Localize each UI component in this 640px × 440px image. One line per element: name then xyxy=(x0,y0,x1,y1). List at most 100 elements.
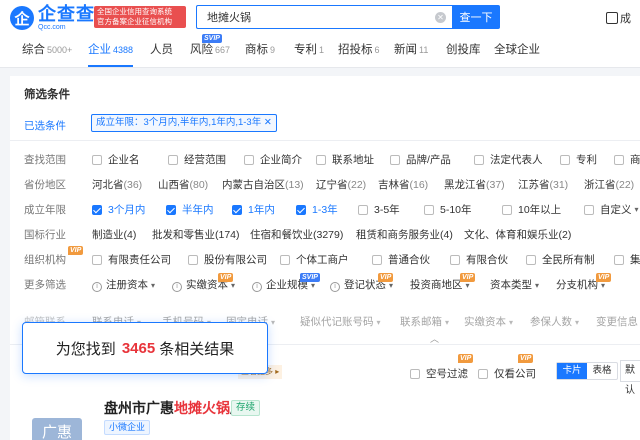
province-item[interactable]: 吉林省(16) xyxy=(378,177,428,192)
vip-badge: VIP xyxy=(596,273,612,282)
years-row: 成立年限 3个月内 半年内 1年内 1-3年 3-5年 5-10年 10年以上 … xyxy=(24,202,639,217)
province-item[interactable]: 黑龙江省(37) xyxy=(444,177,505,192)
scope-option[interactable]: 联系地址 xyxy=(316,152,374,167)
bookkeeping-filter[interactable]: 疑似代记账号码 ▾ xyxy=(300,314,381,329)
year-option[interactable]: 1年内 xyxy=(232,202,275,217)
province-item[interactable]: 辽宁省(22) xyxy=(316,177,366,192)
investor-region-dropdown[interactable]: VIP 投资商地区 ▾ xyxy=(410,273,476,292)
sort-dropdown[interactable]: 默认 xyxy=(620,360,640,396)
org-label: 组织机构 VIP xyxy=(24,246,84,266)
info-icon: i xyxy=(330,282,340,292)
company-type-tag: 小微企业 xyxy=(104,420,151,435)
year-option[interactable]: 半年内 xyxy=(166,202,214,217)
divider xyxy=(10,140,640,141)
chevron-down-icon: ▾ xyxy=(634,205,639,214)
tab-global[interactable]: 全球企业 xyxy=(494,36,540,67)
info-icon: i xyxy=(252,282,262,292)
change-filter[interactable]: 变更信息 xyxy=(596,314,638,329)
vip-badge: VIP xyxy=(518,354,534,363)
selected-condition-tag[interactable]: 成立年限：3个月内,半年内,1年内,1-3年 ✕ xyxy=(91,114,277,132)
company-logo[interactable]: 广惠 xyxy=(32,418,82,440)
official-certification-badge: 全国企业信用查询系统 官方备案企业征信机构 xyxy=(94,6,186,28)
year-option[interactable]: 10年以上 xyxy=(502,202,561,217)
empty-number-filter-checkbox[interactable]: 空号过滤 xyxy=(410,366,468,381)
table-view-button[interactable]: 表格 xyxy=(587,363,617,379)
tab-company[interactable]: 企业 4388 xyxy=(88,36,134,67)
chevron-down-icon: ▾ xyxy=(601,281,606,290)
qcc-logo[interactable]: 企 企查查 Qcc.com xyxy=(10,5,95,31)
org-option[interactable]: 股份有限公司 xyxy=(188,252,267,267)
logo-mark-icon: 企 xyxy=(10,6,34,30)
chevron-down-icon: ▾ xyxy=(311,281,316,290)
view-toggle: 卡片 表格 xyxy=(556,362,618,380)
registered-capital-dropdown[interactable]: i 注册资本 ▾ xyxy=(92,277,155,292)
search-button[interactable]: 查一下 xyxy=(452,5,500,29)
year-option[interactable]: 1-3年 xyxy=(296,202,338,217)
top-right-link[interactable]: 成 xyxy=(620,10,631,26)
info-icon: i xyxy=(92,282,102,292)
chevron-down-icon: ▾ xyxy=(151,281,156,290)
org-option[interactable]: 全民所有制 xyxy=(526,252,595,267)
scope-option[interactable]: 企业名 xyxy=(92,152,140,167)
company-name-link[interactable]: 盘州市广惠地摊火锅店 xyxy=(104,398,244,418)
status-badge: 存续 xyxy=(231,400,261,416)
industry-row: 国标行业 制造业(4) 批发和零售业(174) 住宿和餐饮业(3279) 租赁和… xyxy=(24,227,572,242)
org-option[interactable]: 有限责任公司 xyxy=(92,252,171,267)
industry-item[interactable]: 租赁和商务服务业(4) xyxy=(356,227,453,242)
filter-title: 筛选条件 xyxy=(24,89,70,101)
industry-item[interactable]: 住宿和餐饮业(3279) xyxy=(250,227,343,242)
province-item[interactable]: 山西省(80) xyxy=(158,177,208,192)
province-item[interactable]: 内蒙古自治区(13) xyxy=(222,177,304,192)
tab-risk[interactable]: SVIP 风险 667 xyxy=(190,34,230,67)
org-option[interactable]: 普通合伙 xyxy=(372,252,430,267)
chevron-down-icon: ▾ xyxy=(231,281,236,290)
tab-venture[interactable]: 创投库 xyxy=(446,36,481,67)
top-header: 企 企查查 Qcc.com 全国企业信用查询系统 官方备案企业征信机构 ✕ 查一… xyxy=(0,0,640,36)
search-input[interactable] xyxy=(197,6,452,28)
scope-option[interactable]: 经营范围 xyxy=(168,152,226,167)
paid-filter[interactable]: 实缴资本 ▾ xyxy=(464,314,513,329)
vip-badge: VIP xyxy=(218,273,234,282)
province-item[interactable]: 浙江省(22) xyxy=(584,177,634,192)
industry-item[interactable]: 文化、体育和娱乐业(2) xyxy=(464,227,571,242)
scope-option[interactable]: 法定代表人 xyxy=(474,152,543,167)
vip-badge: VIP xyxy=(68,246,84,255)
registration-status-dropdown[interactable]: VIP i 登记状态 ▾ xyxy=(330,273,394,292)
tab-comprehensive[interactable]: 综合 5000+ xyxy=(22,36,72,67)
tab-bidding[interactable]: 招投标 6 xyxy=(338,36,380,67)
document-icon[interactable] xyxy=(606,12,618,24)
chevron-down-icon: ▾ xyxy=(465,281,470,290)
year-option[interactable]: 3-5年 xyxy=(358,202,400,217)
org-option[interactable]: 集 xyxy=(614,252,640,267)
result-count: 3465 xyxy=(121,339,156,357)
year-option[interactable]: 自定义 ▾ xyxy=(584,202,639,217)
tab-patent[interactable]: 专利 1 xyxy=(294,36,324,67)
insured-filter[interactable]: 参保人数 ▾ xyxy=(530,314,579,329)
clear-icon[interactable]: ✕ xyxy=(435,12,446,23)
tab-trademark[interactable]: 商标 9 xyxy=(245,36,275,67)
province-item[interactable]: 江苏省(31) xyxy=(518,177,568,192)
org-option[interactable]: 有限合伙 xyxy=(450,252,508,267)
capital-type-dropdown[interactable]: 资本类型 ▾ xyxy=(490,277,539,292)
vip-badge: VIP xyxy=(458,354,474,363)
year-option[interactable]: 5-10年 xyxy=(424,202,472,217)
vip-badge: VIP xyxy=(378,273,394,282)
scope-option[interactable]: 品牌/产品 xyxy=(390,152,451,167)
logo-subtitle: Qcc.com xyxy=(38,24,66,31)
province-item[interactable]: 河北省(36) xyxy=(92,177,142,192)
paid-capital-dropdown[interactable]: VIP i 实缴资本 ▾ xyxy=(172,273,236,292)
card-view-button[interactable]: 卡片 xyxy=(557,363,587,379)
tab-news[interactable]: 新闻 11 xyxy=(394,36,428,67)
industry-item[interactable]: 制造业(4) xyxy=(92,227,136,242)
scope-option[interactable]: 企业简介 xyxy=(244,152,302,167)
company-only-checkbox[interactable]: 仅看公司 xyxy=(478,366,536,381)
branch-dropdown[interactable]: VIP 分支机构 ▾ xyxy=(556,273,612,292)
scope-option[interactable]: 专利 xyxy=(560,152,597,167)
org-option[interactable]: 个体工商户 xyxy=(280,252,349,267)
tab-person[interactable]: 人员 xyxy=(150,36,173,67)
scope-option[interactable]: 商 xyxy=(614,152,640,167)
year-option[interactable]: 3个月内 xyxy=(92,202,145,217)
email-filter[interactable]: 联系邮箱 ▾ xyxy=(400,314,449,329)
company-size-dropdown[interactable]: SVIP i 企业规模 ▾ xyxy=(252,273,320,292)
industry-item[interactable]: 批发和零售业(174) xyxy=(152,227,240,242)
